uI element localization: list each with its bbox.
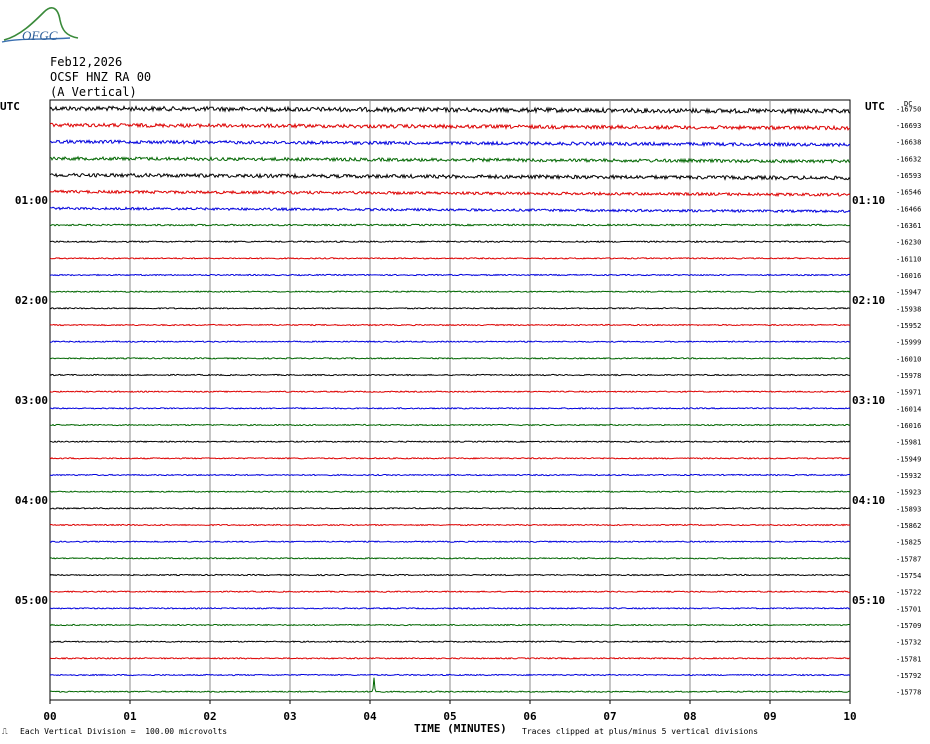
dc-offset-label: -16230 — [896, 239, 921, 247]
dc-offset-label: -15778 — [896, 689, 921, 697]
right-time-label: 04:10 — [852, 494, 885, 507]
dc-offset-label: -16110 — [896, 255, 921, 263]
x-tick-label: 03 — [283, 710, 296, 723]
left-time-label: 03:00 — [15, 394, 48, 407]
dc-offset-label: -15781 — [896, 655, 921, 663]
x-tick-label: 10 — [843, 710, 856, 723]
right-utc-title: UTC — [865, 100, 885, 113]
dc-offset-label: -15701 — [896, 605, 921, 613]
left-utc-title: UTC — [0, 100, 20, 113]
trace-row-18 — [49, 407, 851, 410]
x-axis-title: TIME (MINUTES) — [414, 722, 507, 735]
dc-offset-label: -16638 — [896, 139, 921, 147]
left-time-label: 04:00 — [15, 494, 48, 507]
dc-offset-label: -16546 — [896, 189, 921, 197]
seismogram-plot: -16750-16693-16638-16632-16593-16546-164… — [0, 99, 921, 723]
dc-offset-label: -15787 — [896, 555, 921, 563]
dc-offset-label: -16693 — [896, 122, 921, 130]
dc-offset-label: -15949 — [896, 455, 921, 463]
dc-offset-label: -15754 — [896, 572, 921, 580]
dc-offset-label: -16361 — [896, 222, 921, 230]
dc-offset-label: -15709 — [896, 622, 921, 630]
dc-offset-label: -15923 — [896, 489, 921, 497]
trace-row-14 — [49, 340, 851, 344]
dc-offset-label: -15732 — [896, 639, 921, 647]
dc-offset-label: -15947 — [896, 289, 921, 297]
trace-row-21 — [49, 457, 851, 460]
dc-offset-label: -15952 — [896, 322, 921, 330]
left-time-label: 01:00 — [15, 194, 48, 207]
scale-note: Each Vertical Division = 100.00 microvol… — [20, 727, 228, 736]
dc-offset-label: -16593 — [896, 172, 921, 180]
x-tick-label: 04 — [363, 710, 377, 723]
dc-offset-label: -16016 — [896, 422, 921, 430]
dc-offset-label: -16632 — [896, 155, 921, 163]
dc-offset-label: -15862 — [896, 522, 921, 530]
trace-row-10 — [49, 273, 851, 277]
dc-offset-label: -15938 — [896, 305, 921, 313]
trace-row-25 — [49, 523, 851, 527]
trace-row-12 — [49, 307, 851, 310]
left-time-label: 05:00 — [15, 594, 48, 607]
x-tick-label: 07 — [603, 710, 616, 723]
right-time-label: 03:10 — [852, 394, 885, 407]
dc-offset-label: -15981 — [896, 439, 921, 447]
dc-offset-label: -16466 — [896, 205, 921, 213]
right-time-label: 01:10 — [852, 194, 885, 207]
dc-offset-label: -16014 — [896, 405, 921, 413]
x-tick-label: 00 — [43, 710, 56, 723]
dc-offset-label: -15978 — [896, 372, 921, 380]
dc-offset-label: -15893 — [896, 505, 921, 513]
dc-offset-label: -16010 — [896, 355, 921, 363]
dc-offset-label: -15792 — [896, 672, 921, 680]
x-tick-label: 08 — [683, 710, 696, 723]
x-tick-label: 01 — [123, 710, 137, 723]
dc-title: DC — [904, 100, 912, 108]
scale-icon: ⎍ — [2, 727, 8, 736]
right-time-label: 02:10 — [852, 294, 885, 307]
x-tick-label: 09 — [763, 710, 776, 723]
dc-offset-label: -15999 — [896, 339, 921, 347]
x-tick-label: 06 — [523, 710, 537, 723]
x-tick-label: 02 — [203, 710, 216, 723]
left-time-label: 02:00 — [15, 294, 48, 307]
dc-offset-label: -15971 — [896, 389, 921, 397]
grid — [49, 99, 851, 704]
dc-offset-label: -15722 — [896, 589, 921, 597]
dc-offset-label: -15932 — [896, 472, 921, 480]
dc-offset-label: -15825 — [896, 539, 921, 547]
clip-note: Traces clipped at plus/minus 5 vertical … — [522, 727, 759, 736]
dc-offset-label: -16016 — [896, 272, 921, 280]
right-time-label: 05:10 — [852, 594, 885, 607]
